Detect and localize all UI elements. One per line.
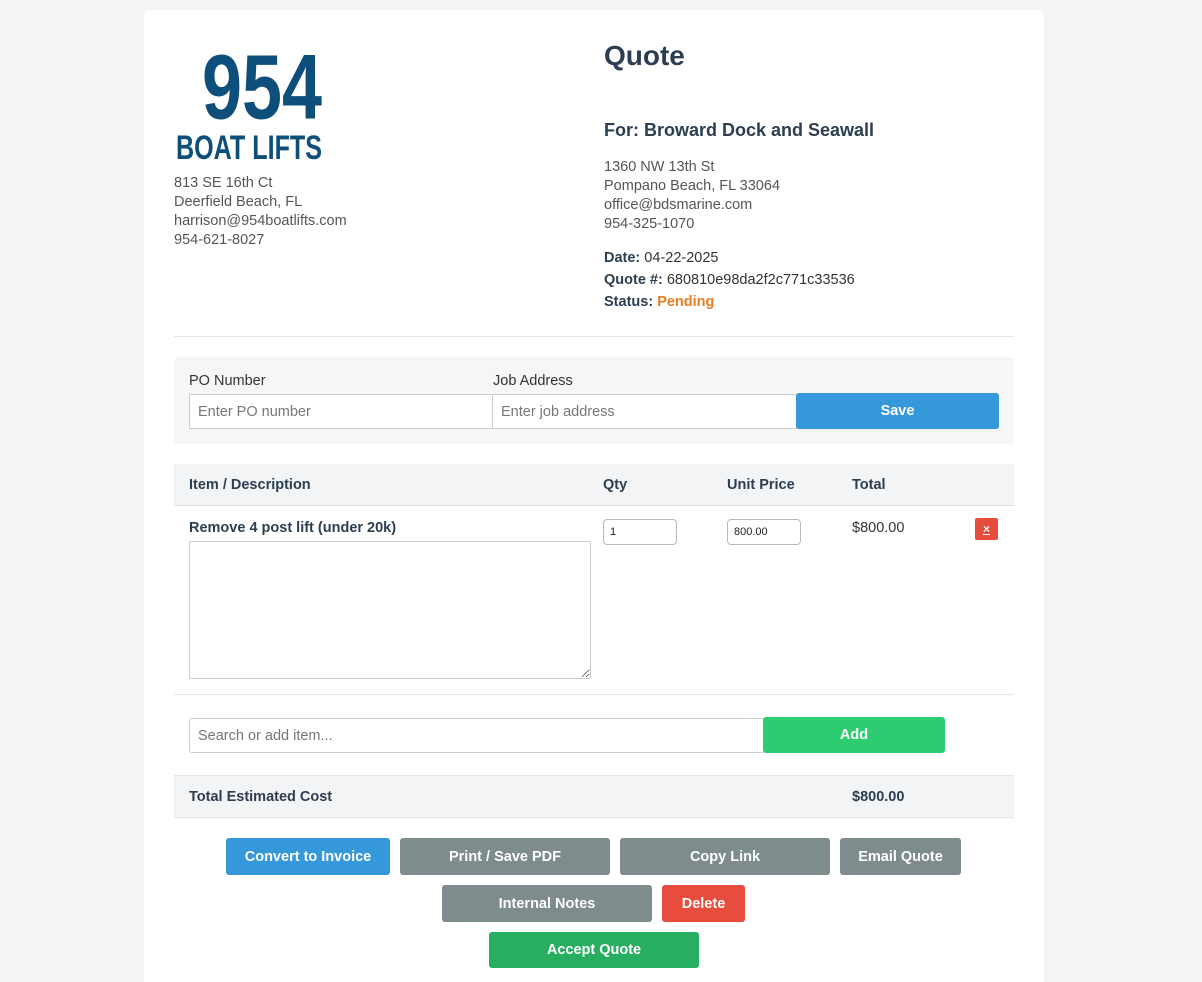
add-item-button[interactable]: Add [763,717,945,753]
status-label: Status: [604,294,654,310]
page-title: Quote [604,40,685,71]
item-description-textarea[interactable] [189,541,591,679]
header-item: Item / Description [189,477,311,493]
total-label: Total Estimated Cost [189,789,333,805]
delete-quote-button[interactable]: Delete [662,885,745,922]
client-name: For: Broward Dock and Seawall [604,120,875,140]
client-email: office@bdsmarine.com [604,197,753,213]
quote-meta: Date: 04-22-2025 Quote #: 680810e98da2f2… [604,247,855,313]
status-badge: Pending [657,294,715,310]
header-qty: Qty [603,477,628,493]
client-address-line2: Pompano Beach, FL 33064 [604,178,781,194]
items-table-header: Item / Description Qty Unit Price Total [174,464,1014,506]
search-item-input[interactable] [189,718,765,753]
quote-number: Quote #: 680810e98da2f2c771c33536 [604,269,855,291]
company-phone: 954-621-8027 [174,232,265,248]
unit-price-input[interactable] [727,519,801,545]
quote-card: 954 BOAT LIFTS 813 SE 16th Ct Deerfield … [144,10,1044,982]
accept-quote-button[interactable]: Accept Quote [489,932,699,968]
client-address: 1360 NW 13th St Pompano Beach, FL 33064 … [604,158,780,234]
header-total: Total [852,477,886,493]
po-number-input[interactable] [189,394,493,429]
delete-item-button[interactable]: × [975,518,998,540]
item-name: Remove 4 post lift (under 20k) [189,520,397,536]
company-address-line2: Deerfield Beach, FL [174,194,303,210]
company-email: harrison@954boatlifts.com [174,213,347,229]
logo-text: BOAT LIFTS [176,129,322,163]
qty-input[interactable] [603,519,677,545]
company-address: 813 SE 16th Ct Deerfield Beach, FL harri… [174,174,347,250]
job-address-input[interactable] [492,394,797,429]
row-total: $800.00 [852,520,905,536]
logo-number: 954 [202,38,322,139]
job-address-label: Job Address [493,373,573,389]
internal-notes-button[interactable]: Internal Notes [442,885,652,922]
quote-number-label: Quote #: [604,272,663,288]
client-address-line1: 1360 NW 13th St [604,159,715,175]
row-divider [174,694,1014,695]
copy-link-button[interactable]: Copy Link [620,838,830,875]
save-button[interactable]: Save [796,393,999,429]
quote-date: Date: 04-22-2025 [604,247,855,269]
company-logo: 954 BOAT LIFTS [176,38,322,163]
po-form: PO Number Job Address Save [174,357,1014,444]
header-divider [174,336,1014,337]
po-number-label: PO Number [189,373,266,389]
convert-to-invoice-button[interactable]: Convert to Invoice [226,838,390,875]
total-row: Total Estimated Cost $800.00 [174,775,1014,818]
total-value: $800.00 [852,789,905,805]
quote-status: Status: Pending [604,291,855,313]
company-address-line1: 813 SE 16th Ct [174,175,273,191]
header-unit-price: Unit Price [727,477,795,493]
print-pdf-button[interactable]: Print / Save PDF [400,838,610,875]
quote-number-value: 680810e98da2f2c771c33536 [666,272,855,288]
date-value: 04-22-2025 [644,250,719,266]
email-quote-button[interactable]: Email Quote [840,838,961,875]
date-label: Date: [604,250,641,266]
client-phone: 954-325-1070 [604,216,695,232]
